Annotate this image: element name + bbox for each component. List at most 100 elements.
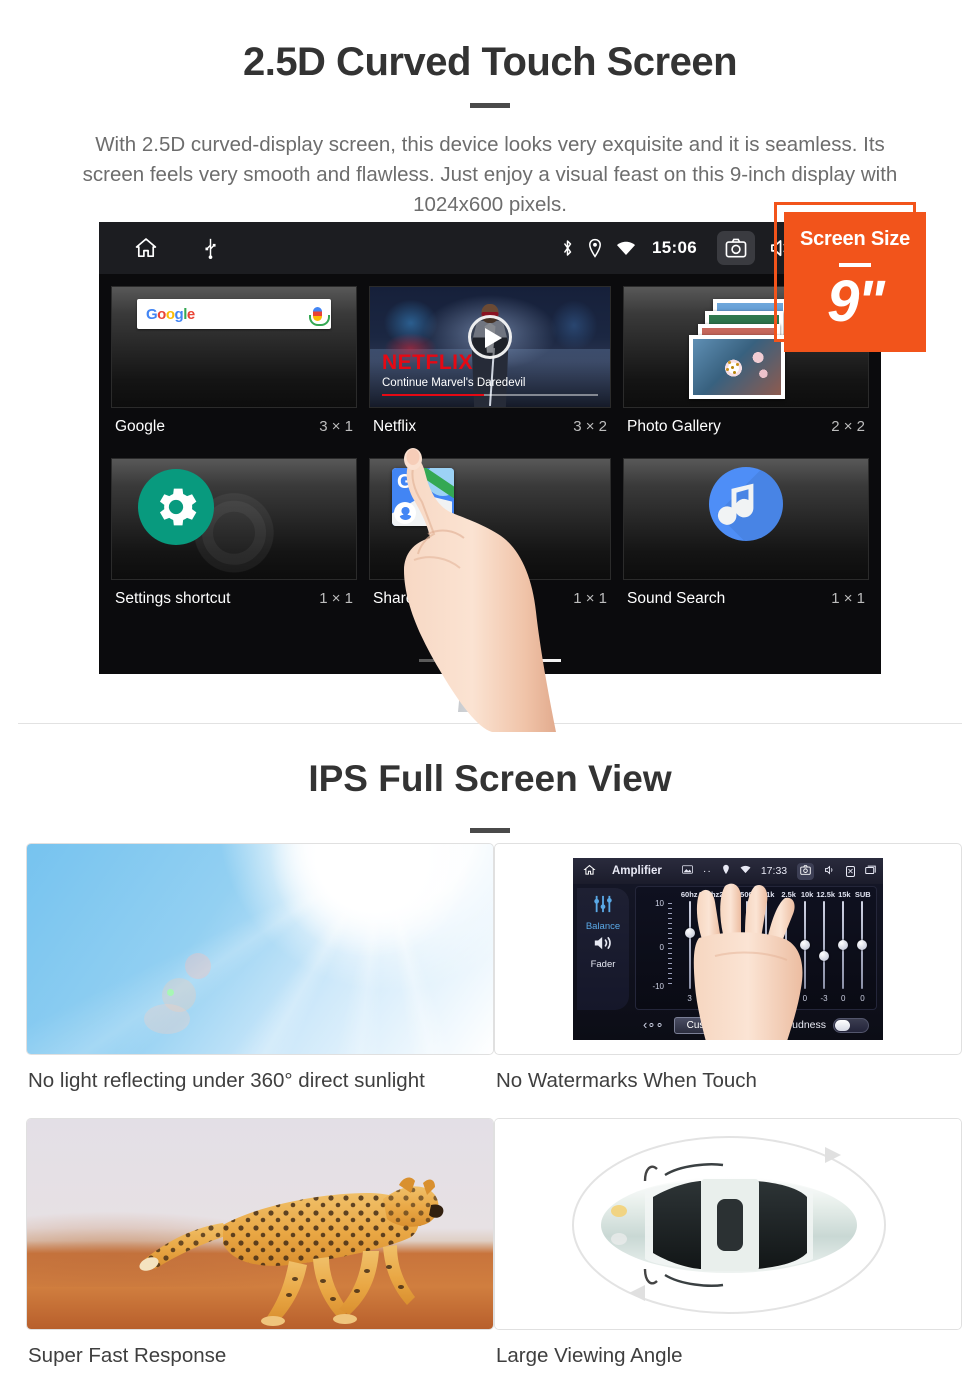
section-divider [18, 723, 962, 724]
fader-label[interactable]: Fader [591, 959, 616, 970]
eq-slider [680, 901, 699, 989]
eq-slider [699, 901, 718, 989]
eq-scale-mid: 0 [659, 943, 664, 953]
eq-slider [814, 901, 833, 989]
eq-value: 3 [687, 994, 692, 1003]
eq-value: 0 [841, 994, 846, 1003]
share-location-widget[interactable]: G [369, 458, 611, 580]
speaker-icon[interactable] [592, 934, 614, 957]
location-icon [722, 864, 730, 878]
google-maps-icon[interactable]: G [392, 468, 454, 526]
eq-slider [757, 901, 776, 989]
home-icon[interactable] [583, 864, 596, 879]
eq-scale: 10 0 -10 [640, 899, 676, 991]
loudness-toggle[interactable] [833, 1017, 869, 1033]
eq-value: -4 [705, 994, 713, 1003]
eq-band-label: 1k [766, 890, 775, 899]
feature-card-grid: No light reflecting under 360° direct su… [26, 843, 962, 1388]
eq-band-label: 2.5k [781, 890, 796, 899]
amplifier-clock: 17:33 [760, 865, 788, 877]
eq-band-label: 10k [800, 890, 814, 899]
eq-band-label: 500hz [740, 890, 762, 899]
balance-label[interactable]: Balance [586, 921, 620, 932]
amplifier-side-controls: Balance Fader [577, 888, 629, 1010]
netflix-widget[interactable]: NETFLIX Continue Marvel's Daredevil [369, 286, 611, 408]
eq-value: -3 [820, 994, 828, 1003]
sound-search-widget[interactable] [623, 458, 869, 580]
eq-band-labels: 60hz 100hz 200hz 500hz 1k 2.5k 10k 12.5k… [680, 890, 872, 899]
bluetooth-icon [561, 238, 574, 258]
usb-icon[interactable] [203, 237, 218, 259]
screen-size-badge: Screen Size 9" [784, 212, 926, 352]
eq-band-label: 200hz [719, 890, 741, 899]
picture-icon [682, 865, 693, 877]
wifi-icon [616, 240, 636, 257]
settings-gear-icon[interactable] [138, 469, 214, 545]
widget-size: 3 × 2 [573, 418, 607, 435]
microphone-icon[interactable] [309, 307, 330, 326]
eq-value: 0 [802, 994, 808, 1003]
sunny-sky-photo [26, 843, 494, 1055]
eq-band-label: 100hz [698, 890, 720, 899]
home-icon[interactable] [133, 236, 159, 260]
netflix-logo: NETFLIX [382, 351, 473, 374]
android-home-screenshot: 15:06 ✕ [99, 222, 881, 674]
widget-google[interactable]: Google Google 3 × 1 [105, 280, 363, 452]
play-icon[interactable] [468, 315, 512, 360]
playback-progress-bar [382, 393, 598, 396]
google-search-bar[interactable]: Google [137, 299, 331, 329]
eq-value: 0 [860, 994, 865, 1003]
widget-row-1: Google Google 3 × 1 NETFLIX Continue Mar… [105, 280, 875, 452]
page-dot-active[interactable] [525, 659, 561, 662]
eq-value: 0 [725, 994, 731, 1003]
page-dot[interactable] [419, 659, 455, 662]
sliders-icon[interactable] [592, 894, 614, 919]
equalizer-panel[interactable]: 60hz 100hz 200hz 500hz 1k 2.5k 10k 12.5k… [635, 886, 877, 1010]
widget-share-location[interactable]: G Share location 1 × 1 [363, 452, 617, 624]
eq-slider [776, 901, 795, 989]
close-icon[interactable]: ✕ [846, 865, 855, 877]
card-caption: No light reflecting under 360° direct su… [28, 1069, 425, 1092]
title-underline [470, 103, 510, 108]
widget-size: 1 × 1 [319, 590, 353, 607]
location-icon [588, 238, 602, 258]
badge-title: Screen Size [799, 228, 911, 250]
widget-name: Settings shortcut [115, 590, 231, 607]
eq-sliders[interactable] [680, 901, 872, 989]
camera-icon[interactable] [717, 231, 755, 265]
wifi-icon [740, 865, 751, 877]
feature-card-viewing-angle: Large Viewing Angle [494, 1118, 962, 1388]
recents-icon[interactable] [865, 865, 877, 878]
feature-card-sunlight: No light reflecting under 360° direct su… [26, 843, 494, 1113]
google-search-widget[interactable]: Google [111, 286, 357, 408]
volume-icon[interactable] [824, 865, 836, 878]
card-caption: Super Fast Response [28, 1344, 227, 1367]
widget-settings-shortcut[interactable]: Settings shortcut 1 × 1 [105, 452, 363, 624]
eq-scale-max: 10 [655, 899, 664, 908]
page-dot[interactable] [472, 659, 508, 662]
car-top-view-diagram [494, 1118, 962, 1330]
widget-grid: Google Google 3 × 1 NETFLIX Continue Mar… [99, 274, 881, 674]
loudness-label: loudness [783, 1019, 826, 1031]
widget-netflix[interactable]: NETFLIX Continue Marvel's Daredevil Netf… [363, 280, 617, 452]
android-status-bar: 15:06 ✕ [99, 222, 881, 274]
settings-shortcut-widget[interactable] [111, 458, 357, 580]
eq-slider [834, 901, 853, 989]
product-feature-page: 2.5D Curved Touch Screen With 2.5D curve… [0, 0, 980, 1394]
badge-value: 9" [827, 269, 885, 334]
eq-slider [718, 901, 737, 989]
widget-name: Netflix [373, 418, 417, 435]
page-indicator[interactable] [419, 659, 561, 662]
feature-card-no-watermarks: Amplifier ·· 17:33 ✕ Balance Fader 60hz … [494, 843, 962, 1113]
status-clock: 15:06 [652, 238, 697, 257]
eq-band-label: 60hz [680, 890, 698, 899]
music-note-icon[interactable] [709, 467, 783, 541]
widget-row-2: Settings shortcut 1 × 1 G Share location… [105, 452, 875, 624]
widget-sound-search[interactable]: Sound Search 1 × 1 [617, 452, 875, 624]
preset-button[interactable]: Custom [673, 1016, 735, 1034]
back-arrow-icon[interactable]: ‹∘∘ [643, 1017, 664, 1033]
widget-size: 3 × 1 [319, 418, 353, 435]
amplifier-title: Amplifier [612, 865, 662, 877]
widget-size: 2 × 2 [831, 418, 865, 435]
camera-icon[interactable] [797, 862, 815, 880]
